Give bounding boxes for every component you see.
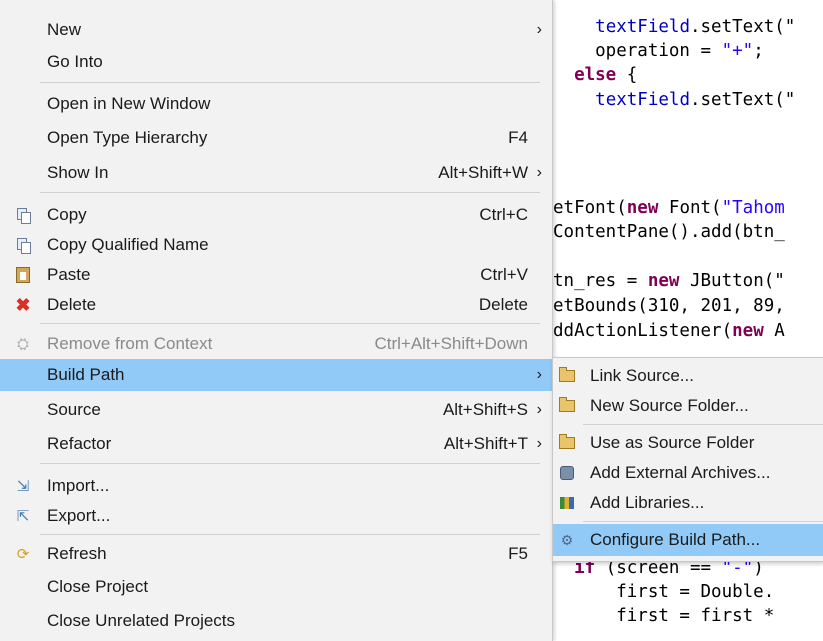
context-menu: New › Go Into Open in New Window Open Ty… [0, 0, 553, 641]
code-line: first = Double. [553, 582, 775, 602]
menu-item-label: Open in New Window [47, 94, 211, 113]
chevron-right-icon: › [536, 164, 542, 181]
code-line: textField.setText(" [595, 17, 796, 37]
menu-item-new[interactable]: New › [0, 14, 552, 46]
code-line: first = first * [553, 606, 775, 626]
menu-item-close-project[interactable]: Close Project [0, 571, 552, 603]
menu-item-open-in-new-window[interactable]: Open in New Window [0, 88, 552, 120]
configure-build-path-icon: ⚙ [560, 531, 574, 548]
menu-item-label: Copy Qualified Name [47, 235, 209, 254]
libraries-icon [558, 494, 576, 512]
menu-item-label: Open Type Hierarchy [47, 128, 208, 147]
submenu-item-configure-build-path[interactable]: ⚙ Configure Build Path... [553, 524, 823, 556]
chevron-right-icon: › [536, 401, 542, 418]
code-line: else { [574, 65, 638, 85]
menu-item-shortcut: Alt+Shift+S [442, 400, 528, 419]
menu-item-import[interactable]: ⇲ Import... [0, 470, 552, 502]
menu-item-paste[interactable]: Paste Ctrl+V [0, 259, 552, 291]
chevron-right-icon: › [536, 435, 542, 452]
menu-item-label: Source [47, 400, 101, 419]
menu-item-shortcut: F5 [508, 544, 528, 563]
menu-separator [40, 323, 540, 324]
build-path-submenu: Link Source... New Source Folder... Use … [552, 357, 823, 562]
menu-item-source[interactable]: Source Alt+Shift+S › [0, 394, 552, 426]
menu-item-refactor[interactable]: Refactor Alt+Shift+T › [0, 428, 552, 460]
menu-separator [583, 521, 823, 522]
refresh-icon: ⟳ [16, 546, 30, 563]
submenu-item-add-external-archives[interactable]: Add External Archives... [553, 457, 823, 489]
menu-item-copy[interactable]: Copy Ctrl+C [0, 199, 552, 231]
menu-item-delete[interactable]: ✖ Delete Delete [0, 289, 552, 321]
menu-item-shortcut: Alt+Shift+W [438, 163, 528, 182]
menu-item-open-type-hierarchy[interactable]: Open Type Hierarchy F4 [0, 122, 552, 154]
jar-icon [558, 464, 576, 482]
menu-item-label: New [47, 20, 82, 39]
copy-qualified-name-icon [14, 236, 32, 254]
code-line: operation = "+"; [553, 41, 764, 61]
menu-item-build-path[interactable]: Build Path › [0, 359, 552, 391]
menu-item-label: Paste [47, 265, 91, 284]
use-as-source-folder-icon [558, 434, 576, 452]
menu-item-label: Delete [47, 295, 97, 314]
chevron-right-icon: › [536, 366, 542, 383]
menu-item-label: Close Unrelated Projects [47, 611, 236, 630]
menu-item-label: Show In [47, 163, 109, 182]
code-line: ddActionListener(new A [553, 321, 785, 341]
menu-item-shortcut: Ctrl+C [479, 205, 528, 224]
code-line: ContentPane().add(btn_ [553, 222, 785, 242]
menu-item-label: Go Into [47, 52, 103, 71]
copy-icon [14, 206, 32, 224]
menu-item-shortcut: Delete [478, 295, 528, 314]
code-line: etBounds(310, 201, 89, [553, 296, 785, 316]
paste-icon [14, 266, 32, 284]
menu-item-shortcut: F4 [508, 128, 528, 147]
menu-item-label: Remove from Context [47, 334, 213, 353]
menu-separator [40, 82, 540, 83]
menu-separator [40, 192, 540, 193]
new-source-folder-icon [558, 397, 576, 415]
menu-item-close-unrelated-projects[interactable]: Close Unrelated Projects [0, 605, 552, 637]
submenu-item-new-source-folder[interactable]: New Source Folder... [553, 390, 823, 422]
code-line: textField.setText(" [595, 90, 796, 110]
menu-item-label: Export... [47, 506, 111, 525]
menu-item-label: Import... [47, 476, 110, 495]
submenu-item-label: New Source Folder... [590, 396, 749, 415]
menu-item-remove-from-context: ⛭ Remove from Context Ctrl+Alt+Shift+Dow… [0, 328, 552, 360]
menu-item-label: Refresh [47, 544, 107, 563]
menu-separator [40, 534, 540, 535]
submenu-item-label: Add Libraries... [590, 493, 705, 512]
submenu-item-link-source[interactable]: Link Source... [553, 360, 823, 392]
submenu-item-label: Configure Build Path... [590, 530, 761, 549]
chevron-right-icon: › [536, 21, 542, 38]
menu-item-label: Copy [47, 205, 87, 224]
menu-item-shortcut: Ctrl+V [480, 265, 528, 284]
menu-item-export[interactable]: ⇱ Export... [0, 500, 552, 532]
menu-item-shortcut: Ctrl+Alt+Shift+Down [374, 334, 528, 353]
remove-from-context-icon: ⛭ [16, 335, 29, 353]
link-source-icon [558, 367, 576, 385]
menu-item-label: Build Path [47, 365, 125, 384]
menu-separator [40, 463, 540, 464]
delete-icon: ✖ [15, 294, 31, 315]
submenu-item-use-as-source-folder[interactable]: Use as Source Folder [553, 427, 823, 459]
menu-separator [583, 424, 823, 425]
menu-item-label: Close Project [47, 577, 149, 596]
code-line: etFont(new Font("Tahom [553, 198, 785, 218]
submenu-item-label: Use as Source Folder [590, 433, 755, 452]
export-icon: ⇱ [16, 508, 30, 525]
submenu-item-label: Link Source... [590, 366, 694, 385]
code-line: tn_res = new JButton(" [553, 271, 785, 291]
import-icon: ⇲ [16, 478, 30, 495]
menu-item-refresh[interactable]: ⟳ Refresh F5 [0, 538, 552, 570]
submenu-item-label: Add External Archives... [590, 463, 771, 482]
menu-item-go-into[interactable]: Go Into [0, 46, 552, 78]
menu-item-copy-qualified-name[interactable]: Copy Qualified Name [0, 229, 552, 261]
menu-item-shortcut: Alt+Shift+T [443, 434, 528, 453]
menu-item-show-in[interactable]: Show In Alt+Shift+W › [0, 157, 552, 189]
submenu-item-add-libraries[interactable]: Add Libraries... [553, 487, 823, 519]
menu-item-label: Refactor [47, 434, 112, 453]
